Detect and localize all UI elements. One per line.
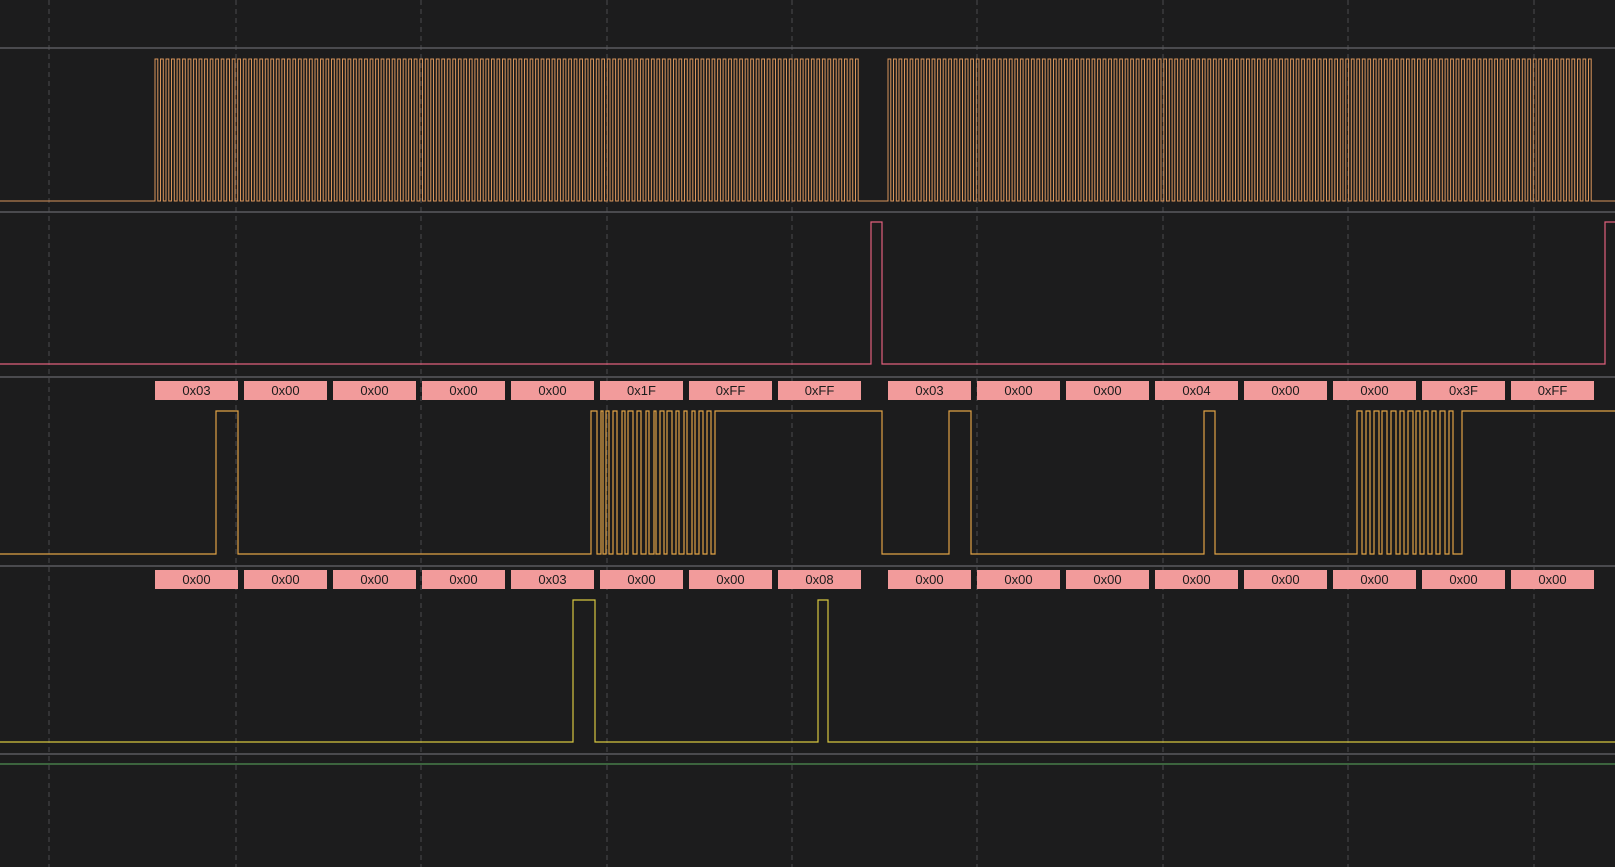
decode-label-data1-11[interactable]: 0x00 <box>1155 570 1238 589</box>
decode-label-data0-12[interactable]: 0x00 <box>1244 381 1327 400</box>
decode-label-data0-11[interactable]: 0x04 <box>1155 381 1238 400</box>
logic-analyzer-waveform-view[interactable]: 0x03 0x00 0x00 0x00 0x00 0x1F 0xFF 0xFF 0x03 0x00… <box>0 0 1615 867</box>
clock-trace <box>0 58 1615 202</box>
decode-label-data0-5[interactable]: 0x1F <box>600 381 683 400</box>
waveform-canvas[interactable] <box>0 0 1615 867</box>
decode-label-data1-6[interactable]: 0x00 <box>689 570 772 589</box>
decode-label-data0-4[interactable]: 0x00 <box>511 381 594 400</box>
decode-label-data1-8[interactable]: 0x00 <box>888 570 971 589</box>
decode-label-data1-0[interactable]: 0x00 <box>155 570 238 589</box>
decode-label-data1-12[interactable]: 0x00 <box>1244 570 1327 589</box>
decode-label-data0-13[interactable]: 0x00 <box>1333 381 1416 400</box>
decode-label-data0-3[interactable]: 0x00 <box>422 381 505 400</box>
decode-label-data0-15[interactable]: 0xFF <box>1511 381 1594 400</box>
decode-label-data1-3[interactable]: 0x00 <box>422 570 505 589</box>
data1-trace <box>0 599 1615 743</box>
decode-label-data0-14[interactable]: 0x3F <box>1422 381 1505 400</box>
decode-label-data0-10[interactable]: 0x00 <box>1066 381 1149 400</box>
decode-label-data1-1[interactable]: 0x00 <box>244 570 327 589</box>
decode-label-data0-6[interactable]: 0xFF <box>689 381 772 400</box>
decode-label-data0-9[interactable]: 0x00 <box>977 381 1060 400</box>
decode-label-data0-2[interactable]: 0x00 <box>333 381 416 400</box>
decode-label-data0-7[interactable]: 0xFF <box>778 381 861 400</box>
decode-label-data1-14[interactable]: 0x00 <box>1422 570 1505 589</box>
decode-label-data0-1[interactable]: 0x00 <box>244 381 327 400</box>
decode-label-data1-13[interactable]: 0x00 <box>1333 570 1416 589</box>
decode-row-data0: 0x03 0x00 0x00 0x00 0x00 0x1F 0xFF 0xFF 0x03 0x00… <box>0 381 1615 401</box>
select-trace <box>0 221 1615 365</box>
decode-label-data0-0[interactable]: 0x03 <box>155 381 238 400</box>
decode-label-data0-8[interactable]: 0x03 <box>888 381 971 400</box>
decode-label-data1-10[interactable]: 0x00 <box>1066 570 1149 589</box>
decode-label-data1-4[interactable]: 0x03 <box>511 570 594 589</box>
decode-label-data1-15[interactable]: 0x00 <box>1511 570 1594 589</box>
decode-label-data1-5[interactable]: 0x00 <box>600 570 683 589</box>
decode-label-data1-9[interactable]: 0x00 <box>977 570 1060 589</box>
data0-trace <box>0 410 1615 555</box>
decode-label-data1-2[interactable]: 0x00 <box>333 570 416 589</box>
decode-label-data1-7[interactable]: 0x08 <box>778 570 861 589</box>
decode-row-data1: 0x00 0x00 0x00 0x00 0x03 0x00 0x00 0x08 0x00 0x00… <box>0 570 1615 590</box>
